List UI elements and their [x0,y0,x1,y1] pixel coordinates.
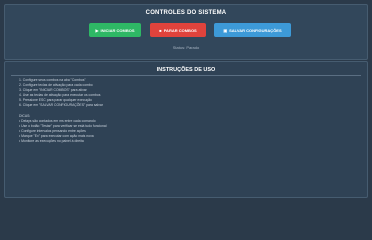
stop-combos-label: PARAR COMBOS [163,27,197,33]
instruction-step: 6. Clique em "SALVAR CONFIGURAÇÕES" para… [19,103,103,107]
play-icon: ▶ [95,27,99,33]
instructions-panel: INSTRUÇÕES DE USO 1. Configure seus comb… [4,61,368,198]
save-settings-label: SALVAR CONFIGURAÇÕES [229,27,282,33]
stop-combos-button[interactable]: ■ PARAR COMBOS [150,23,206,37]
save-icon: ▣ [223,27,228,33]
system-controls-panel: CONTROLES DO SISTEMA ▶ INICIAR COMBOS ■ … [4,4,368,60]
tip-item: • Monitore as execuções no painel à dire… [19,139,84,143]
instructions-text: 1. Configure seus combos na aba "Combos"… [19,78,106,144]
page: CONTROLES DO SISTEMA ▶ INICIAR COMBOS ■ … [0,0,372,200]
instructions-divider [11,75,361,76]
start-combos-button[interactable]: ▶ INICIAR COMBOS [89,23,141,37]
save-settings-button[interactable]: ▣ SALVAR CONFIGURAÇÕES [214,23,291,37]
start-combos-label: INICIAR COMBOS [100,27,135,33]
stop-icon: ■ [159,27,162,33]
status-text: Status: Parado [172,45,200,50]
system-controls-title: CONTROLES DO SISTEMA [145,10,227,16]
instructions-title: INSTRUÇÕES DE USO [156,67,216,73]
controls-button-row: ▶ INICIAR COMBOS ■ PARAR COMBOS ▣ SALVAR… [5,23,367,37]
